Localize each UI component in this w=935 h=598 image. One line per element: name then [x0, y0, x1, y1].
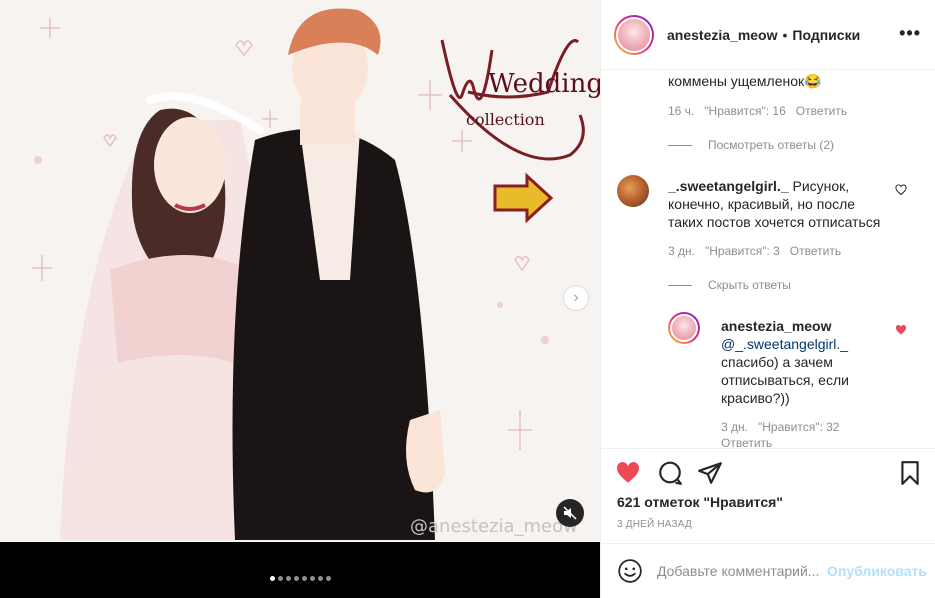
heart-filled-icon[interactable] — [895, 324, 907, 336]
author-avatar[interactable] — [614, 14, 654, 55]
view-replies-label: Посмотреть ответы (2) — [708, 138, 835, 152]
comment-likes[interactable]: "Нравится": 3 — [705, 244, 780, 258]
carousel-dot — [325, 576, 331, 581]
post-image[interactable]: Wedding collection @anestezia_meow — [0, 0, 600, 542]
post-comment-button[interactable]: Опубликовать — [827, 563, 927, 579]
carousel-dot — [317, 576, 323, 581]
save-bookmark-icon[interactable] — [897, 460, 923, 486]
reply-time: 3 дн. — [721, 420, 748, 434]
collection-subtitle: collection — [466, 110, 545, 129]
comment-input[interactable] — [657, 563, 825, 579]
carousel-dot — [293, 576, 299, 581]
hide-replies-label: Скрыть ответы — [708, 278, 791, 292]
comment-meta: 16 ч. "Нравится": 16 Ответить — [668, 104, 847, 118]
post-side-panel: anestezia_meow • Подписки ••• коммены ущ… — [600, 0, 935, 598]
reply-body: anestezia_meow @_.sweetangelgirl._ спаси… — [721, 317, 851, 407]
like-heart-icon[interactable] — [615, 460, 641, 486]
comments-list: коммены ущемленок😂 16 ч. "Нравится": 16 … — [601, 71, 935, 448]
hide-replies-button[interactable]: Скрыть ответы — [668, 278, 791, 292]
share-icon[interactable] — [697, 460, 723, 486]
header-separator: • — [782, 26, 788, 43]
carousel-dot — [277, 576, 283, 581]
speaker-muted-icon — [563, 506, 577, 520]
reply-text: спасибо) а зачем отписываться, если крас… — [721, 354, 849, 406]
carousel-next-button[interactable]: › — [563, 285, 589, 311]
reply-meta: 3 дн. "Нравится": 32 Ответить — [721, 420, 871, 448]
reply-button[interactable]: Ответить — [796, 104, 847, 118]
comment-meta: 3 дн. "Нравится": 3 Ответить — [668, 244, 841, 258]
view-replies-button[interactable]: Посмотреть ответы (2) — [668, 138, 834, 152]
media-footer — [0, 542, 600, 598]
reply-username[interactable]: anestezia_meow — [721, 317, 851, 335]
reply-button[interactable]: Ответить — [790, 244, 841, 258]
comment-text: коммены ущемленок😂 — [668, 73, 822, 89]
illustration: Wedding collection @anestezia_meow — [0, 0, 600, 542]
following-button[interactable]: Подписки — [792, 27, 860, 43]
comment-time: 16 ч. — [668, 104, 695, 118]
commenter-avatar[interactable] — [617, 175, 649, 207]
reply-author-avatar[interactable] — [668, 312, 700, 344]
emoji-icon[interactable] — [617, 558, 643, 584]
commenter-username[interactable]: _.sweetangelgirl._ — [668, 178, 789, 194]
author-username[interactable]: anestezia_meow — [667, 27, 778, 43]
comment-likes[interactable]: "Нравится": 16 — [704, 104, 786, 118]
carousel-indicators — [0, 576, 600, 581]
chevron-right-icon: › — [573, 289, 579, 306]
carousel-dot — [309, 576, 315, 581]
mute-toggle-button[interactable] — [556, 499, 584, 527]
reply-mention[interactable]: @_.sweetangelgirl._ — [721, 335, 851, 353]
likes-count[interactable]: 621 отметок "Нравится" — [617, 494, 783, 510]
reply-button[interactable]: Ответить — [721, 436, 772, 448]
heart-outline-icon[interactable] — [895, 184, 907, 196]
reply-likes[interactable]: "Нравится": 32 — [758, 420, 840, 434]
comment-time: 3 дн. — [668, 244, 695, 258]
post-media: Wedding collection @anestezia_meow › — [0, 0, 600, 598]
carousel-dot — [301, 576, 307, 581]
post-actions: 621 отметок "Нравится" 3 дней назад — [601, 448, 935, 542]
comment-icon[interactable] — [657, 460, 683, 486]
post-header: anestezia_meow • Подписки ••• — [601, 0, 935, 70]
carousel-dot — [285, 576, 291, 581]
comment-body: _.sweetangelgirl._ Рисунок, конечно, кра… — [668, 177, 888, 231]
more-options-icon[interactable]: ••• — [899, 23, 921, 44]
carousel-dot — [269, 576, 275, 581]
add-comment-bar: Опубликовать — [601, 543, 935, 598]
post-time: 3 дней назад — [617, 519, 692, 530]
wedding-title: Wedding — [488, 69, 600, 99]
watermark: @anestezia_meow — [410, 516, 578, 537]
